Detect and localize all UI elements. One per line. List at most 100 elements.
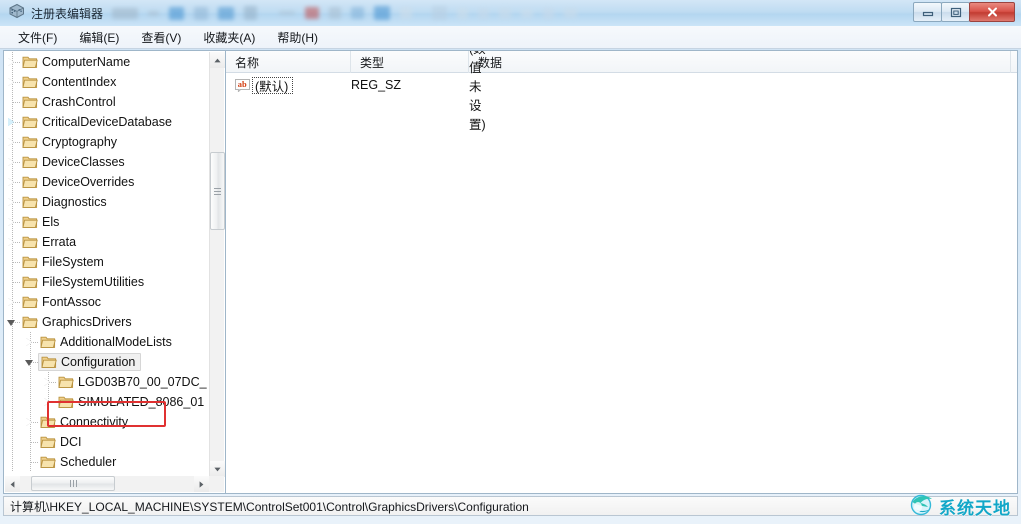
close-button[interactable]	[969, 2, 1015, 22]
chevron-right-icon[interactable]	[8, 178, 14, 186]
scroll-up-button[interactable]	[210, 52, 225, 68]
tree-horizontal-scrollbar[interactable]	[5, 476, 209, 492]
tree-item-content[interactable]: LGD03B70_00_07DC_	[58, 373, 207, 391]
registry-tree-pane[interactable]: ComputerName ContentIndex CrashControl Crit…	[3, 50, 225, 494]
tree-item-content[interactable]: SIMULATED_8086_01	[58, 393, 204, 411]
tree-expander-expanded[interactable]	[22, 352, 40, 372]
chevron-right-icon[interactable]	[8, 238, 14, 246]
tree-expander-collapsed[interactable]	[4, 212, 22, 232]
column-name[interactable]: 名称	[226, 51, 351, 73]
chevron-down-icon[interactable]	[25, 360, 33, 366]
tree-item-diagnostics[interactable]: Diagnostics	[4, 192, 210, 212]
column-type[interactable]: 类型	[351, 51, 469, 73]
tree-item-dci[interactable]: DCI	[4, 432, 210, 452]
title-bar[interactable]: 注册表编辑器	[0, 0, 1021, 26]
tree-item-content[interactable]: FontAssoc	[22, 293, 101, 311]
scroll-left-button[interactable]	[5, 476, 20, 492]
chevron-right-icon[interactable]	[8, 58, 14, 66]
tree-expander-collapsed[interactable]	[40, 392, 58, 412]
minimize-button[interactable]	[913, 2, 942, 22]
chevron-right-icon[interactable]	[8, 78, 14, 86]
registry-values-pane[interactable]: 名称类型数据 ab (默认) REG_SZ (数值未设置)	[225, 50, 1018, 494]
tree-item-lgd03b70-00-07dc[interactable]: LGD03B70_00_07DC_	[4, 372, 210, 392]
tree-item-content[interactable]: FileSystem	[22, 253, 104, 271]
tree-item-criticaldevicedatabase[interactable]: CriticalDeviceDatabase	[4, 112, 210, 132]
chevron-right-icon[interactable]	[8, 298, 14, 306]
tree-item-content[interactable]: Scheduler	[40, 453, 116, 471]
tree-expander-collapsed[interactable]	[4, 72, 22, 92]
tree-expander-collapsed[interactable]	[40, 372, 58, 392]
tree-item-content[interactable]: DeviceClasses	[22, 153, 125, 171]
tree-item-cryptography[interactable]: Cryptography	[4, 132, 210, 152]
tree-item-graphicsdrivers[interactable]: GraphicsDrivers	[4, 312, 210, 332]
menu-edit[interactable]: 编辑(E)	[69, 26, 129, 49]
chevron-right-icon[interactable]	[8, 138, 14, 146]
chevron-right-icon[interactable]	[8, 118, 14, 126]
tree-item-simulated-8086-01[interactable]: SIMULATED_8086_01	[4, 392, 210, 412]
tree-vertical-scrollbar[interactable]	[209, 52, 225, 477]
chevron-right-icon[interactable]	[8, 158, 14, 166]
scroll-down-button[interactable]	[210, 461, 225, 477]
tree-item-filesystemutilities[interactable]: FileSystemUtilities	[4, 272, 210, 292]
tree-expander-collapsed[interactable]	[4, 52, 22, 72]
tree-item-content[interactable]: DCI	[40, 433, 82, 451]
chevron-right-icon[interactable]	[26, 338, 32, 346]
tree-item-content[interactable]: AdditionalModeLists	[40, 333, 172, 351]
tree-item-fontassoc[interactable]: FontAssoc	[4, 292, 210, 312]
tree-item-content[interactable]: ContentIndex	[22, 73, 116, 91]
tree-item-content[interactable]: DeviceOverrides	[22, 173, 134, 191]
tree-item-content[interactable]: CrashControl	[22, 93, 116, 111]
tree-item-content[interactable]: GraphicsDrivers	[22, 313, 132, 331]
chevron-down-icon[interactable]	[7, 320, 15, 326]
chevron-right-icon[interactable]	[8, 198, 14, 206]
chevron-right-icon[interactable]	[44, 398, 50, 406]
tree-item-content[interactable]: Errata	[22, 233, 76, 251]
tree-item-content[interactable]: Cryptography	[22, 133, 117, 151]
chevron-right-icon[interactable]	[44, 378, 50, 386]
tree-item-contentindex[interactable]: ContentIndex	[4, 72, 210, 92]
tree-expander-collapsed[interactable]	[22, 412, 40, 432]
tree-expander-collapsed[interactable]	[4, 172, 22, 192]
tree-expander-collapsed[interactable]	[4, 132, 22, 152]
tree-expander-expanded[interactable]	[4, 312, 22, 332]
tree-item-content[interactable]: Connectivity	[40, 413, 128, 431]
folder-icon	[22, 175, 38, 189]
tree-item-content[interactable]: CriticalDeviceDatabase	[22, 113, 172, 131]
tree-expander-collapsed[interactable]	[4, 152, 22, 172]
tree-expander-collapsed[interactable]	[4, 292, 22, 312]
scroll-right-button[interactable]	[194, 476, 209, 492]
tree-expander-collapsed[interactable]	[22, 332, 40, 352]
tree-item-content[interactable]: ComputerName	[22, 53, 130, 71]
tree-item-deviceclasses[interactable]: DeviceClasses	[4, 152, 210, 172]
tree-item-els[interactable]: Els	[4, 212, 210, 232]
tree-item-errata[interactable]: Errata	[4, 232, 210, 252]
column-data[interactable]: 数据	[469, 51, 1011, 73]
menu-favorites[interactable]: 收藏夹(A)	[193, 26, 265, 49]
chevron-right-icon[interactable]	[8, 218, 14, 226]
tree-item-scheduler[interactable]: Scheduler	[4, 452, 210, 472]
menu-view[interactable]: 查看(V)	[131, 26, 191, 49]
tree-item-filesystem[interactable]: FileSystem	[4, 252, 210, 272]
tree-horizontal-scroll-thumb[interactable]	[31, 476, 115, 491]
tree-item-computername[interactable]: ComputerName	[4, 52, 210, 72]
tree-item-crashcontrol[interactable]: CrashControl	[4, 92, 210, 112]
value-name-cell[interactable]: (默认)	[252, 76, 294, 94]
tree-item-additionalmodelists[interactable]: AdditionalModeLists	[4, 332, 210, 352]
menu-file[interactable]: 文件(F)	[8, 26, 67, 49]
tree-item-content[interactable]: Configuration	[38, 353, 142, 371]
table-row[interactable]: ab (默认) REG_SZ (数值未设置)	[226, 51, 486, 132]
tree-item-content[interactable]: FileSystemUtilities	[22, 273, 144, 291]
tree-item-connectivity[interactable]: Connectivity	[4, 412, 210, 432]
maximize-button[interactable]	[941, 2, 970, 22]
chevron-right-icon[interactable]	[26, 418, 32, 426]
tree-item-configuration[interactable]: Configuration	[4, 352, 210, 372]
tree-item-deviceoverrides[interactable]: DeviceOverrides	[4, 172, 210, 192]
tree-item-content[interactable]: Diagnostics	[22, 193, 107, 211]
registry-editor-window: 注册表编辑器 文件(F) 编辑(E) 查看(V) 收藏夹(A) 帮助(H) Co…	[0, 0, 1021, 524]
tree-expander-collapsed[interactable]	[4, 192, 22, 212]
menu-help[interactable]: 帮助(H)	[267, 26, 328, 49]
tree-vertical-scroll-thumb[interactable]	[210, 152, 225, 230]
tree-item-content[interactable]: Els	[22, 213, 59, 231]
tree-expander-collapsed[interactable]	[4, 232, 22, 252]
tree-expander-collapsed[interactable]	[4, 112, 22, 132]
